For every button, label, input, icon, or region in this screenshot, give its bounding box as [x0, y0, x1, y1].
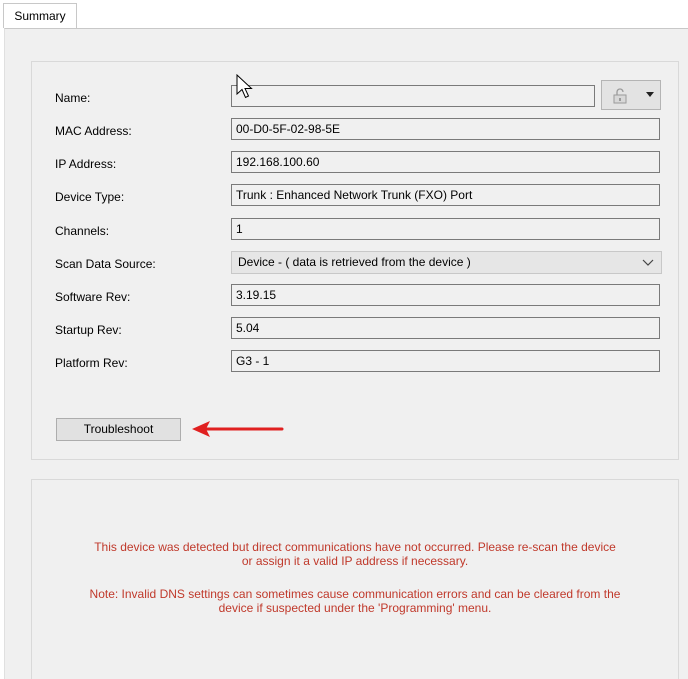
dns-note-line1: Note: Invalid DNS settings can sometimes…: [89, 587, 621, 601]
tab-summary[interactable]: Summary: [3, 3, 77, 28]
channels-label: Channels:: [55, 224, 110, 238]
chevron-down-icon: [642, 259, 654, 266]
platform-rev-label: Platform Rev:: [55, 356, 128, 370]
name-label: Name:: [55, 91, 91, 105]
troubleshoot-button[interactable]: Troubleshoot: [56, 418, 181, 441]
platform-rev-field[interactable]: G3 - 1: [231, 350, 660, 372]
ip-field[interactable]: 192.168.100.60: [231, 151, 660, 173]
scan-source-label: Scan Data Source:: [55, 257, 156, 271]
red-arrow-annotation: [192, 421, 284, 437]
channels-field[interactable]: 1: [231, 218, 660, 240]
mouse-cursor: [236, 74, 253, 99]
mac-field[interactable]: 00-D0-5F-02-98-5E: [231, 118, 660, 140]
ip-label: IP Address:: [55, 157, 117, 171]
device-type-label: Device Type:: [55, 190, 125, 204]
chevron-down-icon: [646, 92, 654, 97]
status-message-line1: This device was detected but direct comm…: [94, 540, 616, 554]
startup-rev-label: Startup Rev:: [55, 323, 122, 337]
status-message-line2: or assign it a valid IP address if neces…: [241, 554, 469, 568]
dns-note-line2: device if suspected under the 'Programmi…: [218, 601, 492, 615]
mac-label: MAC Address:: [55, 124, 132, 138]
name-field[interactable]: [231, 85, 595, 107]
status-message-box: [31, 479, 679, 679]
scan-source-value: Device - ( data is retrieved from the de…: [238, 255, 471, 269]
software-rev-field[interactable]: 3.19.15: [231, 284, 660, 306]
startup-rev-field[interactable]: 5.04: [231, 317, 660, 339]
device-type-field[interactable]: Trunk : Enhanced Network Trunk (FXO) Por…: [231, 184, 660, 206]
scan-source-select[interactable]: Device - ( data is retrieved from the de…: [231, 251, 662, 274]
unlock-icon: [613, 88, 627, 104]
lock-menu-button[interactable]: [601, 80, 661, 110]
software-rev-label: Software Rev:: [55, 290, 131, 304]
